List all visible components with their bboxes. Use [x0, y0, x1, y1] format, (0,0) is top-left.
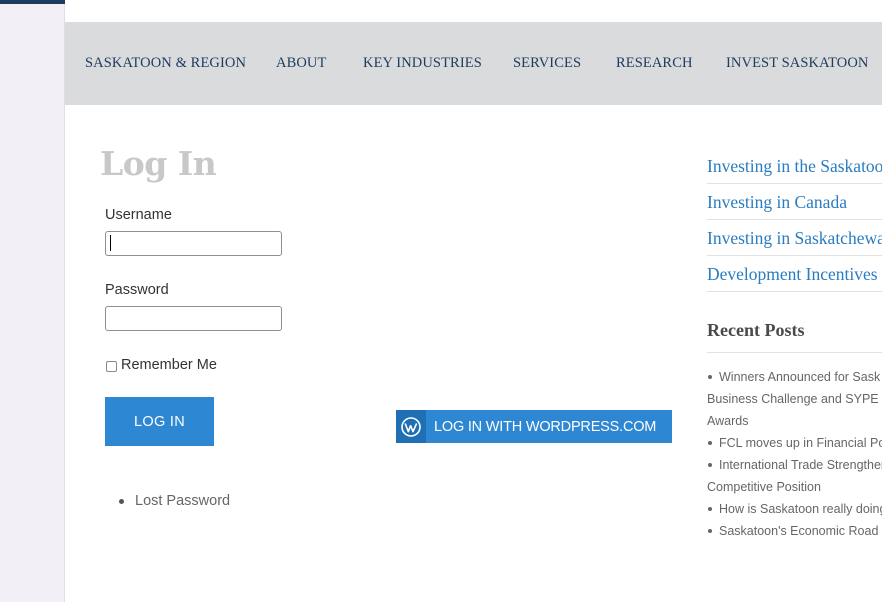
sidebar-link-development-incentives[interactable]: Development Incentives	[707, 256, 882, 292]
list-item-continued: Awards	[707, 410, 882, 432]
bullet-icon	[708, 374, 712, 379]
list-item: Winners Announced for Sask	[707, 366, 882, 388]
divider	[707, 352, 882, 353]
nav-item-key-industries[interactable]: KEY INDUSTRIES	[363, 55, 482, 72]
main-navigation: SASKATOON & REGION ABOUT KEY INDUSTRIES …	[65, 22, 882, 105]
sidebar-link-investing-saskatchewan[interactable]: Investing in Saskatchewan	[707, 220, 882, 256]
wordpress-logo-icon	[396, 410, 426, 443]
list-item: Saskatoon's Economic Road	[707, 520, 882, 542]
bullet-icon	[708, 462, 712, 467]
text-caret	[110, 235, 111, 251]
recent-post-link[interactable]: FCL moves up in Financial Po	[719, 436, 882, 450]
list-bullet	[119, 499, 124, 504]
wordpress-login-label: LOG IN WITH WORDPRESS.COM	[434, 419, 657, 435]
list-item: How is Saskatoon really doing	[707, 498, 882, 520]
lost-password-link[interactable]: Lost Password	[135, 493, 230, 509]
recent-post-link[interactable]: International Trade Strengthen	[719, 458, 882, 472]
remember-me-checkbox[interactable]	[106, 361, 117, 372]
nav-item-services[interactable]: SERVICES	[513, 55, 581, 72]
recent-post-link[interactable]: Winners Announced for Sask	[719, 370, 880, 384]
recent-posts-list: Winners Announced for Sask Business Chal…	[707, 366, 882, 542]
username-label: Username	[105, 207, 172, 223]
bullet-icon	[708, 528, 712, 533]
list-item: International Trade Strengthen	[707, 454, 882, 476]
recent-post-link[interactable]: Saskatoon's Economic Road	[719, 524, 878, 538]
sidebar-links: Investing in the Saskatoon Investing in …	[707, 148, 882, 292]
list-item-continued: Business Challenge and SYPE S	[707, 388, 882, 410]
recent-post-link[interactable]: How is Saskatoon really doing	[719, 502, 882, 516]
nav-item-invest-saskatoon[interactable]: INVEST SASKATOON	[726, 55, 868, 72]
list-item-continued: Competitive Position	[707, 476, 882, 498]
recent-posts-heading: Recent Posts	[707, 320, 805, 340]
sidebar-link-investing-canada[interactable]: Investing in Canada	[707, 184, 882, 220]
nav-item-about[interactable]: ABOUT	[276, 55, 326, 72]
left-rail-accent	[0, 0, 65, 4]
password-input[interactable]	[105, 306, 282, 331]
bullet-icon	[708, 440, 712, 445]
bullet-icon	[708, 506, 712, 511]
left-rail	[0, 0, 65, 602]
nav-item-saskatoon-region[interactable]: SASKATOON & REGION	[85, 55, 246, 72]
list-item: FCL moves up in Financial Po	[707, 432, 882, 454]
recent-post-link-continued[interactable]: Business Challenge and SYPE S	[707, 392, 882, 406]
nav-item-research[interactable]: RESEARCH	[616, 55, 693, 72]
recent-post-link-continued[interactable]: Awards	[707, 414, 748, 428]
page-title: Log In	[100, 144, 217, 183]
recent-post-link-continued[interactable]: Competitive Position	[707, 480, 821, 494]
password-label: Password	[105, 282, 169, 298]
log-in-button[interactable]: LOG IN	[105, 397, 214, 446]
username-input[interactable]	[105, 231, 282, 256]
remember-me-label[interactable]: Remember Me	[121, 357, 217, 373]
wordpress-login-button[interactable]: LOG IN WITH WORDPRESS.COM	[396, 410, 672, 443]
sidebar-link-investing-saskatoon[interactable]: Investing in the Saskatoon	[707, 148, 882, 184]
